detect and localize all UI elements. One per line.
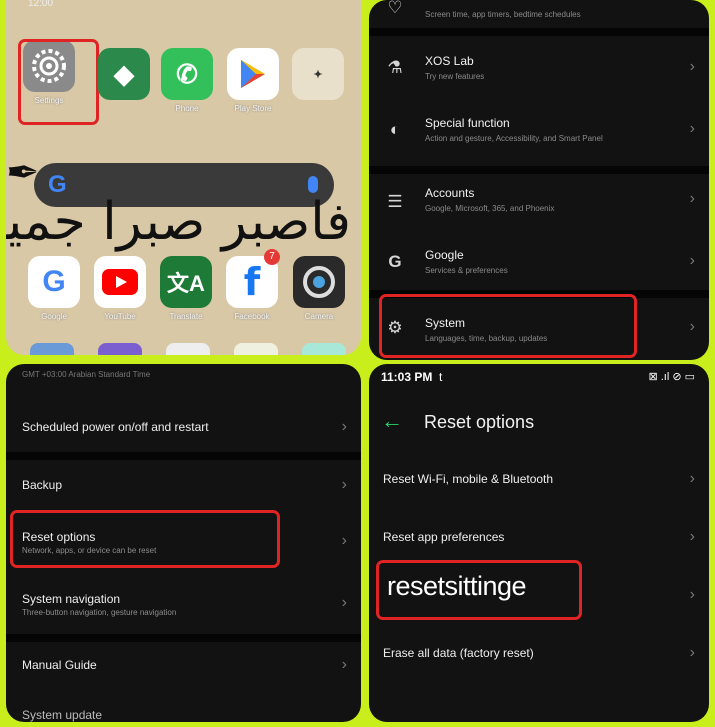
translate-icon[interactable]: 文A [160,256,212,308]
row-title: Accounts [425,186,475,200]
row-title: Special function [425,116,510,130]
row-title: Scheduled power on/off and restart [22,420,209,434]
backup-row[interactable]: Backup › [6,466,361,506]
app-label-facebook: Facebook [234,312,270,321]
settings-panel: ♡ Screen time, app timers, bedtime sched… [369,0,709,360]
back-arrow-icon[interactable]: ← [381,408,403,434]
chevron-right-icon: › [689,190,695,207]
chevron-right-icon: › [689,470,695,487]
play-store-icon[interactable] [227,48,279,100]
chevron-right-icon: › [689,318,695,335]
digital-wellbeing-row[interactable]: ♡ Screen time, app timers, bedtime sched… [369,0,709,26]
status-icons: ⊠ .ıl ⊘ ▭ [648,371,695,383]
row-title: System update [22,708,103,722]
google-app-icon[interactable]: G [28,256,80,308]
settings-highlight-box [18,39,99,125]
row-sub: Screen time, app timers, bedtime schedul… [425,10,581,19]
notification-badge: 7 [264,249,280,265]
chevron-right-icon: › [341,532,347,549]
dock-icon-2[interactable] [98,343,142,355]
scheduled-power-row[interactable]: Scheduled power on/off and restart › [6,408,361,448]
row-sub: Try new features [425,72,485,81]
google-row[interactable]: G Google Services & preferences › [369,242,709,296]
calligraphy-text: فاصبر صبرا جميلا [6,192,351,252]
dock-icon-5[interactable] [302,343,346,355]
row-title: Google [425,248,464,262]
chevron-right-icon: › [341,656,347,673]
chevron-right-icon: › [341,594,347,611]
app-label-camera: Camera [304,312,334,321]
chevron-right-icon: › [689,528,695,545]
home-screen-panel: 12:00 Settings ◆ ✆ Phone Play Store ✦ ✒ … [6,0,361,355]
heart-icon: ♡ [387,0,403,17]
chevron-right-icon: › [689,252,695,269]
chevron-right-icon: › [689,644,695,661]
timezone-text: GMT +03:00 Arabian Standard Time [22,370,151,379]
app-label-google: Google [41,312,67,321]
chevron-right-icon: › [689,586,695,603]
row-title: System navigation [22,592,121,606]
camera-icon[interactable] [293,256,345,308]
app-label-youtube: YouTube [104,312,136,321]
system-highlight-box [379,294,637,358]
flask-icon: ⚗ [387,58,403,77]
special-function-icon: ◐ [389,120,401,139]
app-label-play: Play Store [234,104,272,113]
page-title: Reset options [424,412,535,432]
chevron-right-icon: › [341,476,347,493]
manual-guide-row[interactable]: Manual Guide › [6,650,361,690]
divider [6,634,361,642]
divider [6,452,361,460]
dock-icon-3[interactable] [166,343,210,355]
accounts-icon: ☰ [387,192,403,211]
chevron-right-icon: › [689,120,695,137]
system-panel: GMT +03:00 Arabian Standard Time Schedul… [6,364,361,722]
arabic-app-icon[interactable]: ✦ [292,48,344,100]
xos-lab-row[interactable]: ⚗ XOS Lab Try new features › [369,46,709,100]
green-app-icon[interactable]: ◆ [98,48,150,100]
status-bar: 12:00 [28,0,54,9]
system-update-row[interactable]: System update [6,704,361,722]
divider [369,166,709,174]
row-title: Erase all data (factory reset) [383,646,534,660]
reset-settings-highlight-box [376,560,582,620]
row-sub: Services & preferences [425,266,508,275]
row-sub: Three-button navigation, gesture navigat… [22,608,177,617]
reset-network-row[interactable]: Reset Wi-Fi, mobile & Bluetooth › [369,464,709,504]
divider [369,28,709,36]
time-text: 11:03 PM [381,370,433,384]
phone-icon[interactable]: ✆ [161,48,213,100]
app-label-translate: Translate [169,312,203,321]
reset-app-prefs-row[interactable]: Reset app preferences › [369,522,709,562]
mic-icon[interactable] [308,176,318,193]
youtube-icon[interactable] [94,256,146,308]
system-navigation-row[interactable]: System navigation Three-button navigatio… [6,586,361,630]
status-time: 11:03 PM t [381,370,442,384]
accounts-row[interactable]: ☰ Accounts Google, Microsoft, 365, and P… [369,180,709,234]
app-label-phone: Phone [175,104,199,113]
row-title: Manual Guide [22,658,97,672]
google-icon: G [388,252,402,271]
factory-reset-row[interactable]: Erase all data (factory reset) › [369,638,709,678]
chevron-right-icon: › [341,418,347,435]
special-function-row[interactable]: ◐ Special function Action and gesture, A… [369,108,709,162]
chevron-right-icon: › [689,58,695,75]
row-title: Reset app preferences [383,530,505,544]
row-title: XOS Lab [425,54,474,68]
row-title: Reset Wi-Fi, mobile & Bluetooth [383,472,554,486]
row-sub: Action and gesture, Accessibility, and S… [425,134,603,143]
row-sub: Google, Microsoft, 365, and Phoenix [425,204,555,213]
dock-icon-1[interactable] [30,343,74,355]
reset-options-highlight-box [10,510,280,568]
dock-icon-4[interactable] [234,343,278,355]
reset-options-panel: 11:03 PM t ⊠ .ıl ⊘ ▭ ← Reset options Res… [369,364,709,722]
row-title: Backup [22,478,63,492]
carrier-text: t [439,370,443,384]
